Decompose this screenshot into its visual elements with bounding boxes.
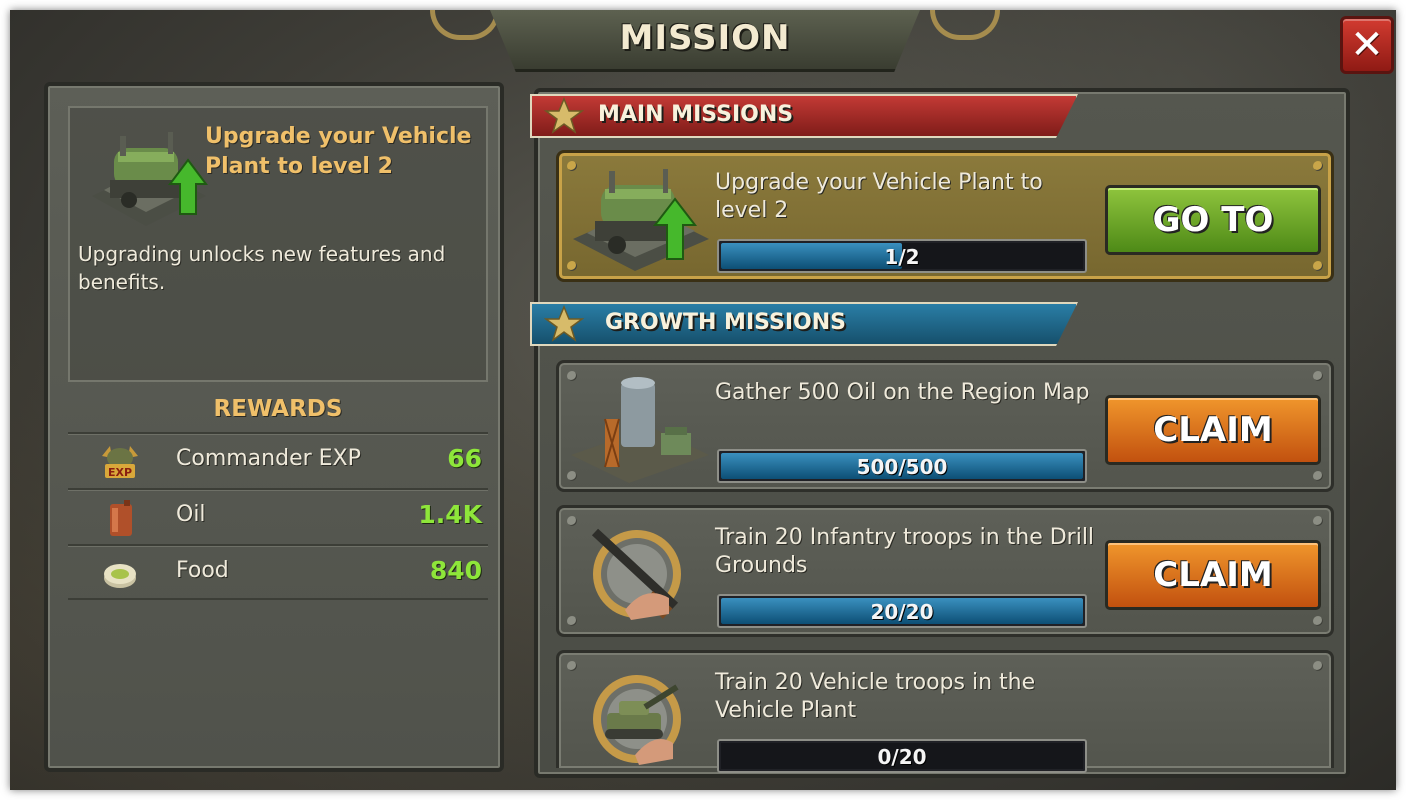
mission-description: Gather 500 Oil on the Region Map: [715, 380, 1090, 405]
close-button[interactable]: ✕: [1340, 16, 1394, 74]
exp-icon-label: EXP: [108, 466, 132, 479]
close-icon: ✕: [1350, 22, 1384, 68]
mission-progress-bar: 1/2: [717, 239, 1087, 273]
infantry-icon: [591, 528, 681, 620]
claim-button[interactable]: CLAIM: [1105, 540, 1321, 610]
mission-progress-bar: 20/20: [717, 594, 1087, 628]
tank-icon: [593, 675, 681, 765]
oil-rig-icon: [571, 377, 709, 483]
reward-value: 1.4K: [418, 500, 482, 529]
mission-description: Upgrade your Vehicle Plant to level 2: [715, 170, 1043, 223]
star-icon: [544, 305, 584, 342]
mission-detail-description: Upgrading unlocks new features and benef…: [78, 242, 446, 294]
rewards-heading: REWARDS: [213, 396, 343, 422]
rope-decoration-right: [930, 10, 1000, 40]
progress-text: 20/20: [870, 600, 934, 624]
go-to-button[interactable]: GO TO: [1105, 185, 1321, 255]
food-can-icon: [104, 564, 136, 588]
star-icon: [544, 97, 584, 134]
mission-detail-panel: Upgrade your Vehicle Plant to level 2 Up…: [44, 82, 504, 772]
vehicle-plant-icon: [92, 132, 208, 226]
mission-description: Train 20 Vehicle troops in the Vehicle P…: [715, 670, 1036, 723]
page-title: MISSION: [619, 18, 791, 58]
mission-card-growth: Train 20 Vehicle troops in the Vehicle P…: [556, 650, 1334, 773]
reward-name: Food: [176, 558, 229, 583]
vehicle-plant-icon: [573, 169, 709, 271]
mission-card-main: Upgrade your Vehicle Plant to level 2 1/…: [556, 150, 1334, 282]
progress-text: 1/2: [884, 245, 920, 269]
mission-progress-bar: 0/20: [717, 739, 1087, 773]
reward-row-commander-exp: EXP Commander EXP 66: [68, 432, 488, 488]
reward-row-oil: Oil 1.4K: [68, 488, 488, 544]
progress-text: 0/20: [877, 745, 927, 769]
progress-text: 500/500: [856, 455, 948, 479]
claim-button[interactable]: CLAIM: [1105, 395, 1321, 465]
reward-value: 840: [429, 556, 482, 585]
mission-card-growth: Train 20 Infantry troops in the Drill Gr…: [556, 505, 1334, 637]
commander-exp-icon: EXP: [102, 446, 138, 479]
reward-value: 66: [447, 444, 482, 473]
mission-card-growth: Gather 500 Oil on the Region Map 500/500…: [556, 360, 1334, 492]
growth-missions-label: GROWTH MISSIONS: [605, 310, 846, 335]
mission-detail-title: Upgrade your Vehicle Plant to level 2: [205, 124, 472, 179]
mission-description: Train 20 Infantry troops in the Drill Gr…: [715, 525, 1095, 578]
reward-name: Commander EXP: [176, 446, 361, 471]
oil-canister-icon: [110, 500, 132, 536]
reward-row-food: Food 840: [68, 544, 488, 600]
mission-detail-box: Upgrade your Vehicle Plant to level 2 Up…: [68, 106, 488, 382]
main-missions-label: MAIN MISSIONS: [598, 102, 794, 127]
mission-progress-bar: 500/500: [717, 449, 1087, 483]
reward-name: Oil: [176, 502, 206, 527]
